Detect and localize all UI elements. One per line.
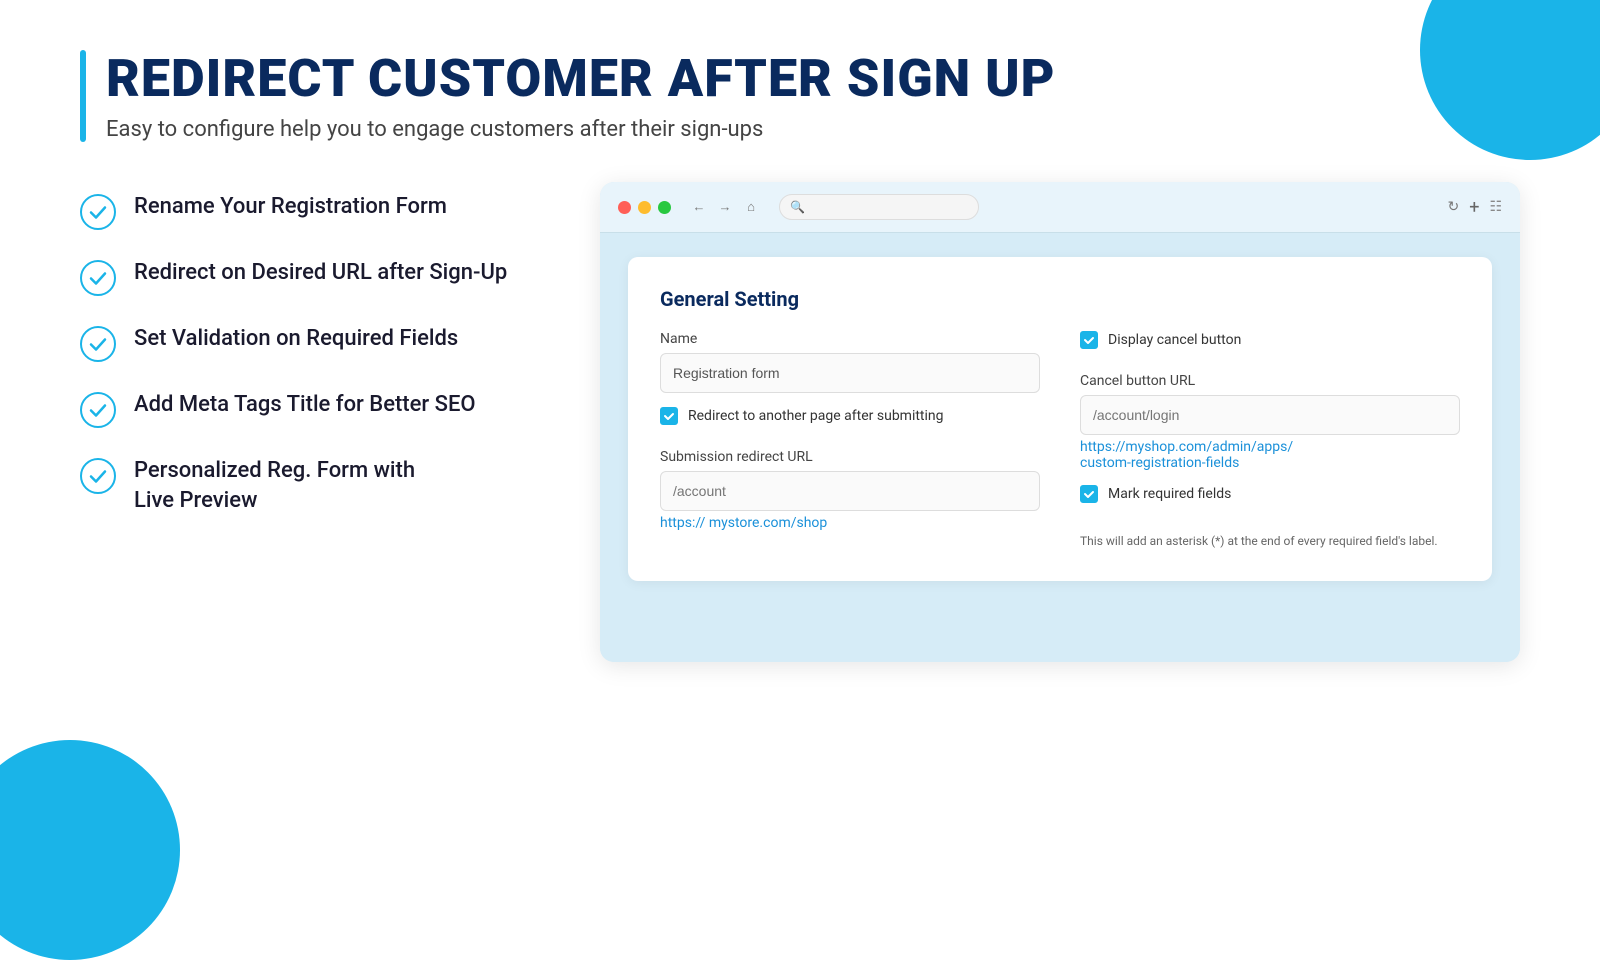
- mark-required-label: Mark required fields: [1108, 486, 1231, 502]
- feature-item-personalized: Personalized Reg. Form withLive Preview: [80, 456, 540, 515]
- browser-mockup: ← → ⌂ 🔍 ↻ + ☷ General S: [600, 182, 1520, 662]
- cancel-url-input[interactable]: [1080, 395, 1460, 435]
- dot-green[interactable]: [658, 201, 671, 214]
- dot-red[interactable]: [618, 201, 631, 214]
- general-setting-card: General Setting Name: [628, 257, 1492, 580]
- grid-icon[interactable]: ☷: [1489, 199, 1502, 215]
- plus-icon[interactable]: +: [1469, 197, 1479, 218]
- feature-text-personalized: Personalized Reg. Form withLive Preview: [134, 456, 415, 515]
- right-column: Display cancel button Cancel button URL …: [1080, 331, 1460, 550]
- header-section: REDIRECT CUSTOMER AFTER SIGN UP Easy to …: [80, 50, 1520, 142]
- header-accent-bar: [80, 50, 86, 142]
- redirect-checkbox-row: Redirect to another page after submittin…: [660, 407, 1040, 425]
- mark-required-checkbox-row: Mark required fields: [1080, 485, 1460, 503]
- check-circle-icon-2: [80, 260, 116, 296]
- cancel-url-field-group: Cancel button URL https://myshop.com/adm…: [1080, 373, 1460, 471]
- feature-item-redirect: Redirect on Desired URL after Sign-Up: [80, 258, 540, 296]
- browser-body: General Setting Name: [600, 233, 1520, 662]
- redirect-checkbox[interactable]: [660, 407, 678, 425]
- redirect-url-link[interactable]: https:// mystore.com/shop: [660, 515, 1040, 531]
- feature-item-validation: Set Validation on Required Fields: [80, 324, 540, 362]
- left-column: Name Redirect to another page after subm…: [660, 331, 1040, 550]
- browser-toolbar: ← → ⌂ 🔍 ↻ + ☷: [600, 182, 1520, 233]
- name-field-group: Name: [660, 331, 1040, 393]
- display-cancel-checkbox[interactable]: [1080, 331, 1098, 349]
- display-cancel-checkbox-row: Display cancel button: [1080, 331, 1460, 349]
- feature-text-rename: Rename Your Registration Form: [134, 192, 447, 222]
- admin-link[interactable]: https://myshop.com/admin/apps/custom-reg…: [1080, 439, 1460, 471]
- redirect-url-field-group: Submission redirect URL https:// mystore…: [660, 449, 1040, 531]
- feature-item-rename: Rename Your Registration Form: [80, 192, 540, 230]
- redirect-url-label: Submission redirect URL: [660, 449, 1040, 465]
- check-circle-icon-5: [80, 458, 116, 494]
- browser-nav-icons: ← → ⌂: [689, 197, 761, 217]
- browser-search-bar[interactable]: 🔍: [779, 194, 979, 220]
- redirect-url-input[interactable]: [660, 471, 1040, 511]
- page-title: REDIRECT CUSTOMER AFTER SIGN UP: [106, 50, 1056, 107]
- card-grid: Name Redirect to another page after subm…: [660, 331, 1460, 550]
- card-title: General Setting: [660, 287, 1460, 311]
- browser-dots: [618, 201, 671, 214]
- dot-yellow[interactable]: [638, 201, 651, 214]
- forward-icon[interactable]: →: [715, 197, 735, 217]
- name-input[interactable]: [660, 353, 1040, 393]
- search-icon: 🔍: [790, 200, 805, 214]
- redirect-checkbox-label: Redirect to another page after submittin…: [688, 408, 944, 424]
- display-cancel-label: Display cancel button: [1108, 332, 1241, 348]
- feature-text-validation: Set Validation on Required Fields: [134, 324, 458, 354]
- mark-required-checkbox[interactable]: [1080, 485, 1098, 503]
- name-label: Name: [660, 331, 1040, 347]
- header-text-block: REDIRECT CUSTOMER AFTER SIGN UP Easy to …: [106, 50, 1056, 142]
- refresh-icon[interactable]: ↻: [1447, 199, 1459, 215]
- body-section: Rename Your Registration Form Redirect o…: [80, 182, 1520, 850]
- feature-text-metatags: Add Meta Tags Title for Better SEO: [134, 390, 476, 420]
- mark-required-hint: This will add an asterisk (*) at the end…: [1080, 533, 1460, 550]
- check-circle-icon-3: [80, 326, 116, 362]
- check-circle-icon-4: [80, 392, 116, 428]
- browser-action-icons: + ☷: [1469, 197, 1502, 218]
- features-list: Rename Your Registration Form Redirect o…: [80, 182, 540, 515]
- page-subtitle: Easy to configure help you to engage cus…: [106, 117, 1056, 142]
- feature-item-metatags: Add Meta Tags Title for Better SEO: [80, 390, 540, 428]
- back-icon[interactable]: ←: [689, 197, 709, 217]
- feature-text-redirect: Redirect on Desired URL after Sign-Up: [134, 258, 507, 288]
- home-icon[interactable]: ⌂: [741, 197, 761, 217]
- cancel-url-label: Cancel button URL: [1080, 373, 1460, 389]
- check-circle-icon: [80, 194, 116, 230]
